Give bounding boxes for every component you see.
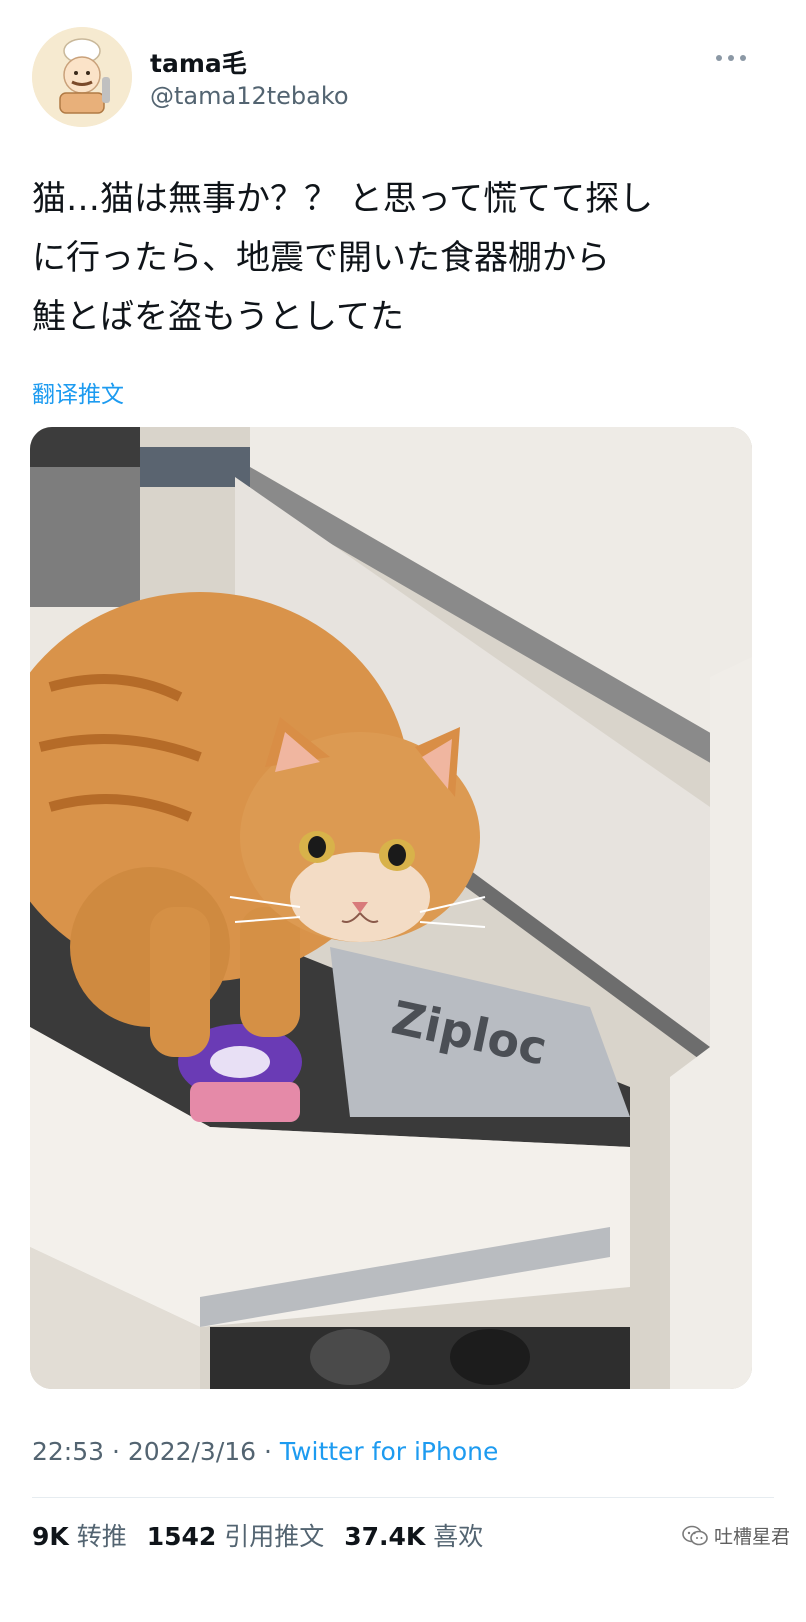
quotes-label: 引用推文 <box>224 1522 325 1551</box>
author-name[interactable]: tama毛 <box>150 44 247 80</box>
avatar-illustration <box>32 27 132 127</box>
quotes-stat[interactable]: 1542 引用推文 <box>147 1522 325 1551</box>
watermark-text: 吐槽星君 <box>713 1526 790 1548</box>
translate-tweet-link[interactable]: 翻译推文 <box>32 375 124 409</box>
dot <box>728 55 734 61</box>
retweets-count: 9K <box>32 1522 69 1551</box>
tweet-stats: 9K 转推 1542 引用推文 37.4K 喜欢 <box>32 1517 483 1553</box>
tweet-date[interactable]: 2022/3/16 <box>128 1437 256 1466</box>
likes-stat[interactable]: 37.4K 喜欢 <box>344 1522 483 1551</box>
watermark: 吐槽星君 <box>682 1522 790 1549</box>
tweet-metadata: 22:53 · 2022/3/16 · Twitter for iPhone <box>32 1437 498 1466</box>
avatar[interactable] <box>32 27 132 127</box>
divider <box>32 1497 774 1498</box>
dot <box>716 55 722 61</box>
likes-label: 喜欢 <box>433 1522 484 1551</box>
cat-in-drawer-photo: Ziploc <box>30 427 752 1389</box>
tweet-time[interactable]: 22:53 <box>32 1437 104 1466</box>
more-dots-icon[interactable] <box>716 50 756 66</box>
quotes-count: 1542 <box>146 1522 217 1551</box>
wechat-icon <box>682 1525 708 1545</box>
meta-separator: · <box>104 1437 128 1466</box>
meta-separator: · <box>256 1437 280 1466</box>
dot <box>740 55 746 61</box>
retweets-label: 转推 <box>76 1522 127 1551</box>
tweet-photo[interactable]: Ziploc <box>30 427 752 1389</box>
author-handle[interactable]: @tama12tebako <box>150 82 349 110</box>
tweet-source-link[interactable]: Twitter for iPhone <box>280 1437 498 1466</box>
tweet-text: 猫…猫は無事か？？ と思って慌てて探し に行ったら、地震で開いた食器棚から 鮭と… <box>32 179 654 337</box>
likes-count: 37.4K <box>344 1522 426 1551</box>
retweets-stat[interactable]: 9K 转推 <box>32 1522 127 1551</box>
